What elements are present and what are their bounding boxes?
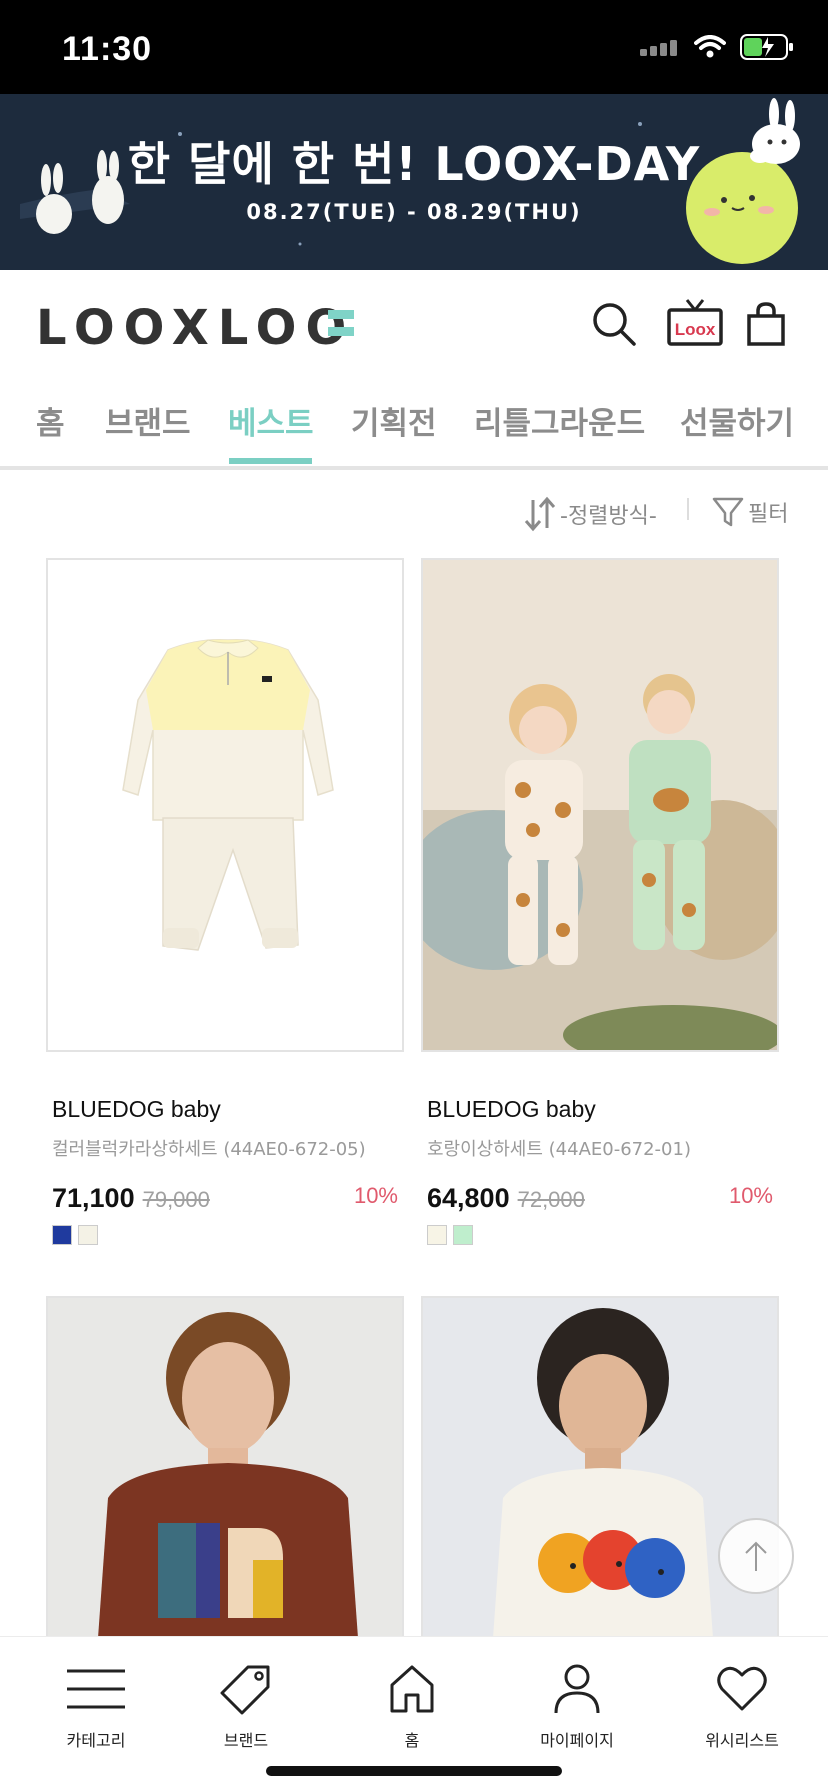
product-brand: BLUEDOG baby: [52, 1096, 221, 1122]
sale-price: 71,100: [52, 1183, 135, 1213]
scroll-to-top-button[interactable]: [718, 1518, 794, 1594]
wifi-icon: [694, 35, 726, 58]
color-swatch: [427, 1225, 447, 1245]
product-name: 호랑이상하세트 (44AE0-672-01): [427, 1139, 691, 1160]
product-card[interactable]: BLUEDOG baby 컬러블럭카라상하세트 (44AE0-672-05) 7…: [46, 558, 404, 1245]
tab-brand[interactable]: 브랜드: [105, 398, 191, 443]
bottom-nav-label: 브랜드: [223, 1731, 269, 1750]
bottom-nav-wishlist[interactable]: 위시리스트: [672, 1663, 812, 1751]
banner-title: 한 달에 한 번! LOOX-DAY: [127, 137, 701, 191]
product-image[interactable]: [46, 558, 404, 1052]
product-card[interactable]: [421, 1296, 779, 1636]
sale-price: 64,800: [427, 1183, 510, 1213]
tab-little-ground[interactable]: 리틀그라운드: [474, 398, 645, 443]
product-brand: BLUEDOG baby: [427, 1096, 596, 1122]
color-swatch: [453, 1225, 473, 1245]
discount-rate: 10%: [728, 1183, 773, 1208]
home-icon: [390, 1665, 434, 1713]
product-image[interactable]: [421, 558, 779, 1052]
battery-icon: [740, 34, 793, 60]
sort-filter-bar: -정렬방식- 필터: [0, 476, 828, 556]
sort-button[interactable]: -정렬방식-: [524, 496, 657, 532]
promo-banner[interactable]: 한 달에 한 번! LOOX-DAY 08.27(TUE) - 08.29(TH…: [0, 94, 828, 270]
bottom-nav-mypage[interactable]: 마이페이지: [507, 1663, 647, 1751]
product-image[interactable]: [46, 1296, 404, 1636]
logo-mark-icon: [328, 310, 354, 340]
signal-icon: [640, 40, 677, 56]
status-time: 11:30: [62, 30, 153, 68]
status-bar: 11:30: [0, 0, 828, 94]
status-icons: [640, 34, 794, 60]
original-price: 72,000: [517, 1187, 585, 1212]
loox-tv-label: Loox: [674, 320, 716, 339]
color-swatches: [46, 1225, 404, 1245]
shopping-bag-icon[interactable]: [738, 296, 794, 352]
user-icon: [554, 1664, 600, 1714]
product-card[interactable]: BLUEDOG baby 호랑이상하세트 (44AE0-672-01) 64,8…: [421, 558, 779, 1245]
filter-label: 필터: [748, 502, 789, 527]
price-row: 71,100 79,000 10%: [46, 1183, 404, 1217]
product-image[interactable]: [421, 1296, 779, 1636]
color-swatches: [421, 1225, 779, 1245]
loox-tv-icon[interactable]: Loox: [664, 296, 726, 352]
tab-exhibition[interactable]: 기획전: [351, 398, 437, 443]
tab-active-indicator: [229, 458, 312, 464]
bottom-nav-brand[interactable]: 브랜드: [176, 1663, 316, 1751]
search-icon[interactable]: [586, 296, 642, 352]
toolbar-divider: [687, 498, 689, 520]
tab-best[interactable]: 베스트: [228, 398, 314, 443]
arrow-up-icon: [745, 1541, 767, 1571]
tab-gift[interactable]: 선물하기: [680, 398, 794, 443]
tab-home[interactable]: 홈: [36, 398, 65, 443]
header: LOOXLOO Loox: [0, 270, 828, 378]
product-card[interactable]: [46, 1296, 404, 1636]
color-swatch: [52, 1225, 72, 1245]
main-nav: 홈 브랜드 베스트 기획전 리틀그라운드 선물하기: [0, 378, 828, 470]
bottom-nav-home[interactable]: 홈: [342, 1663, 482, 1751]
home-indicator: [266, 1766, 562, 1776]
bottom-nav-category[interactable]: 카테고리: [26, 1663, 166, 1751]
bottom-nav-label: 마이페이지: [540, 1731, 614, 1750]
filter-button[interactable]: 필터: [712, 496, 788, 528]
filter-icon: [712, 497, 744, 527]
discount-rate: 10%: [353, 1183, 398, 1208]
sort-label: -정렬방식-: [560, 504, 657, 529]
heart-icon: [717, 1666, 767, 1711]
original-price: 79,000: [142, 1187, 210, 1212]
menu-icon: [67, 1669, 125, 1709]
bottom-nav-label: 홈: [404, 1731, 420, 1750]
color-swatch: [78, 1225, 98, 1245]
price-row: 64,800 72,000 10%: [421, 1183, 779, 1217]
sort-icon: [524, 496, 556, 532]
tag-icon: [220, 1665, 270, 1715]
bottom-nav-label: 위시리스트: [705, 1731, 779, 1750]
product-name: 컬러블럭카라상하세트 (44AE0-672-05): [52, 1139, 366, 1160]
logo[interactable]: LOOXLOO: [36, 300, 355, 356]
bottom-nav-label: 카테고리: [66, 1731, 126, 1750]
banner-dates: 08.27(TUE) - 08.29(THU): [246, 200, 582, 224]
